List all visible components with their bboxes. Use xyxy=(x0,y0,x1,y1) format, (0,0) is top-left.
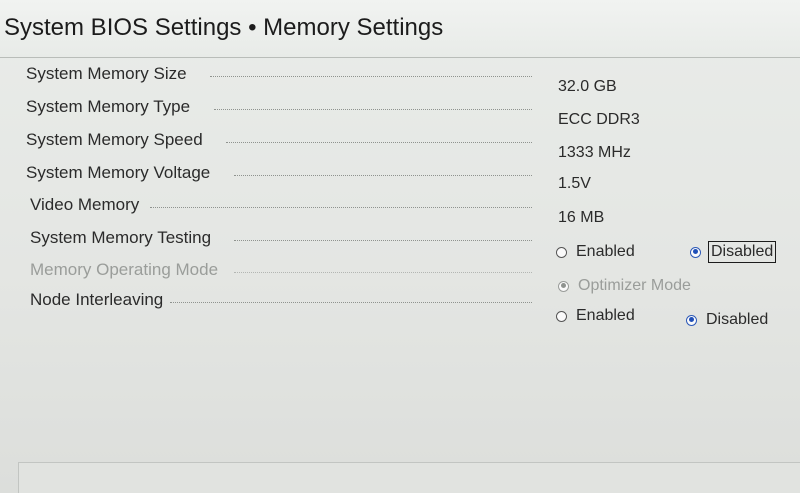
dotted-leader xyxy=(210,76,532,77)
dotted-leader xyxy=(214,109,532,110)
setting-row-memory-type: System Memory Type ECC DDR3 xyxy=(0,97,800,128)
setting-label: Node Interleaving xyxy=(30,290,164,309)
node-interleaving-radio-group: Enabled Disabled xyxy=(556,304,796,330)
setting-value: 1.5V xyxy=(558,175,591,192)
radio-label: Enabled xyxy=(576,307,635,324)
radio-unchecked-icon xyxy=(556,310,567,322)
setting-row-video-memory: Video Memory 16 MB xyxy=(0,195,800,226)
setting-label: System Memory Speed xyxy=(26,130,203,149)
dotted-leader xyxy=(150,207,532,208)
setting-label: System Memory Type xyxy=(26,97,191,116)
radio-checked-icon xyxy=(686,314,697,326)
radio-option-enabled[interactable]: Enabled xyxy=(556,304,637,328)
setting-label: System Memory Voltage xyxy=(26,163,211,182)
setting-row-memory-testing: System Memory Testing Enabled Disabled xyxy=(0,228,800,263)
setting-row-memory-voltage: System Memory Voltage 1.5V xyxy=(0,163,800,193)
setting-row-node-interleaving: Node Interleaving Enabled Disabled xyxy=(0,290,800,328)
title-bar: System BIOS Settings • Memory Settings xyxy=(0,0,800,58)
setting-label: Video Memory xyxy=(30,195,140,214)
dotted-leader xyxy=(234,272,532,273)
radio-label: Enabled xyxy=(576,243,635,260)
setting-value: 1333 MHz xyxy=(558,144,631,161)
dotted-leader xyxy=(170,302,532,303)
radio-option-disabled[interactable]: Disabled xyxy=(686,308,770,332)
page-title: System BIOS Settings • Memory Settings xyxy=(4,14,444,41)
setting-label: System Memory Testing xyxy=(30,228,212,247)
radio-checked-icon xyxy=(690,246,701,258)
setting-label: System Memory Size xyxy=(26,64,187,83)
dotted-leader xyxy=(234,175,532,176)
setting-row-memory-speed: System Memory Speed 1333 MHz xyxy=(0,130,800,161)
title-divider xyxy=(0,57,800,58)
setting-row-memory-operating-mode: Memory Operating Mode Optimizer Mode xyxy=(0,260,800,294)
help-panel xyxy=(18,462,800,493)
radio-label: Disabled xyxy=(706,311,769,328)
setting-value: ECC DDR3 xyxy=(558,111,640,128)
radio-unchecked-icon xyxy=(556,246,567,258)
setting-row-memory-size: System Memory Size 32.0 GB xyxy=(0,64,800,95)
dotted-leader xyxy=(234,240,532,241)
setting-label: Memory Operating Mode xyxy=(30,260,219,279)
setting-value: 32.0 GB xyxy=(558,78,617,95)
setting-value: 16 MB xyxy=(558,209,605,226)
dotted-leader xyxy=(226,142,532,143)
